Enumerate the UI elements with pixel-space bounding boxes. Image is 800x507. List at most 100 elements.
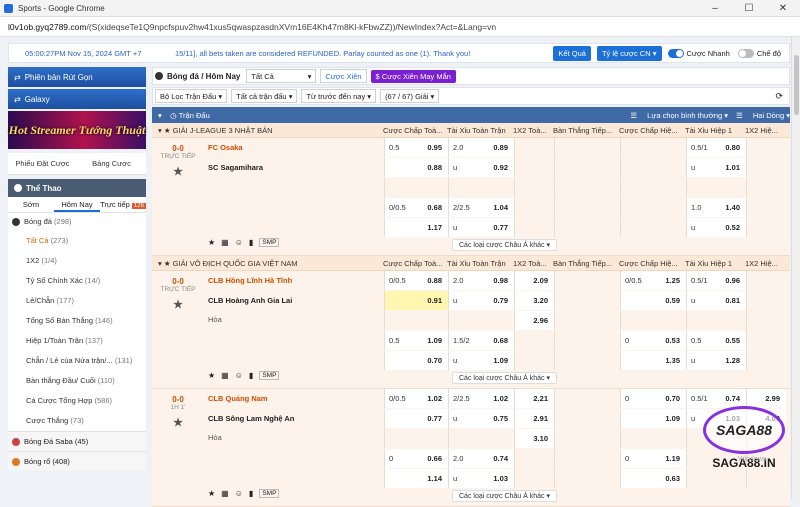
odds-cell[interactable]: u 0.79 <box>448 291 514 310</box>
odds-cell[interactable]: 2.09 <box>514 271 554 290</box>
page-scrollbar[interactable] <box>791 37 800 499</box>
star-icon[interactable]: ★ <box>208 371 215 380</box>
menu-item[interactable]: Tất Cả (273) <box>8 231 146 251</box>
odds-cell[interactable]: 1.09 <box>620 409 686 428</box>
tab-bet-slip[interactable]: Phiếu Đặt Cược <box>8 153 77 174</box>
smp-button[interactable]: SMP <box>259 238 280 247</box>
odds-cell[interactable]: 1.17 <box>384 218 448 237</box>
star-icon[interactable]: ★ <box>164 259 173 268</box>
menu-item[interactable]: Cược Thắng (73) <box>8 411 146 431</box>
odds-cell[interactable]: 0.70 <box>384 351 448 370</box>
odds-cell[interactable]: 3.10 <box>514 429 554 448</box>
smp-button[interactable]: SMP <box>259 489 280 498</box>
odds-cell[interactable]: 2/2.5 1.02 <box>448 389 514 408</box>
league-count-select[interactable]: (67 / 67) Giải ▾ <box>380 89 440 103</box>
odds-cell[interactable]: u 0.81 <box>686 291 746 310</box>
menu-item[interactable]: Bàn thắng Đầu/ Cuối (110) <box>8 371 146 391</box>
maximize-button[interactable]: ☐ <box>732 3 766 14</box>
odds-cell[interactable]: 0/0.5 0.68 <box>384 198 448 217</box>
smiley-icon[interactable]: ☺ <box>235 489 243 498</box>
odds-cell[interactable]: 0.59 <box>620 291 686 310</box>
odds-cell[interactable]: u 0.75 <box>448 409 514 428</box>
view-select[interactable]: ☰ Hai Dòng ▾ <box>736 111 790 120</box>
league-name[interactable]: ▾ ★ GIẢI VÔ ĐỊCH QUỐC GIA VIỆT NAM <box>152 259 380 268</box>
odds-cell[interactable]: 0/0.5 0.88 <box>384 271 448 290</box>
odds-cell[interactable]: 0/0.5 1.02 <box>384 389 448 408</box>
refresh-icon[interactable]: ⟳ <box>775 91 783 102</box>
odds-cell[interactable]: 0.5/1 0.96 <box>686 271 746 290</box>
odds-cell[interactable]: u 1.01 <box>686 158 746 177</box>
address-bar[interactable]: l0v1ob.gyq2789.com/(S(xideqseTe1Q9npcfsp… <box>0 17 800 37</box>
league-row[interactable]: ▾ ★ GIẢI VÔ ĐỊCH QUỐC GIA VIỆT NAM Cược C… <box>152 256 790 271</box>
odds-cell[interactable]: 0.91 <box>384 291 448 310</box>
menu-saba-football[interactable]: Bóng Đá Saba (45) <box>8 431 146 451</box>
odds-cell[interactable]: u 1.09 <box>448 351 514 370</box>
favorite-star-icon[interactable]: ★ <box>152 416 204 429</box>
results-button[interactable]: Kết Quả <box>553 45 591 61</box>
favorite-star-icon[interactable]: ★ <box>152 165 204 178</box>
odds-cell[interactable]: 1.35 <box>620 351 686 370</box>
mode-toggle[interactable]: Chế độ <box>737 48 781 58</box>
tab-live[interactable]: Trực tiếp 126 <box>100 197 146 212</box>
odds-cell[interactable]: 0.5 0.95 <box>384 138 448 157</box>
tab-bet-list[interactable]: Bảng Cược <box>77 153 146 174</box>
odds-cell[interactable]: 3.20 <box>514 291 554 310</box>
quick-bet-toggle[interactable]: Cược Nhanh <box>667 48 730 58</box>
more-asian-bets-button[interactable]: Các loại cược Châu Á khác ▾ <box>452 490 558 502</box>
league-name[interactable]: ▾ ★ GIẢI J-LEAGUE 3 NHẬT BẢN <box>152 126 380 135</box>
more-asian-bets-button[interactable]: Các loại cược Châu Á khác ▾ <box>452 372 558 384</box>
stats-icon[interactable]: ▮ <box>249 371 253 380</box>
menu-football[interactable]: Bóng đá (298) <box>8 213 146 231</box>
odds-cell[interactable]: 0.77 <box>384 409 448 428</box>
parlay-button[interactable]: Cược Xiên <box>320 69 367 83</box>
odds-cell[interactable]: 0.5 0.55 <box>686 331 746 350</box>
lucky-parlay-button[interactable]: $ Cược Xiên May Mắn <box>370 69 456 83</box>
close-button[interactable]: ✕ <box>766 3 800 14</box>
odds-cell[interactable]: 2.0 0.89 <box>448 138 514 157</box>
menu-item[interactable]: Cá Cược Tổng Hợp (586) <box>8 391 146 411</box>
odds-cell[interactable]: 0 0.70 <box>620 389 686 408</box>
odds-cell[interactable]: u 1.28 <box>686 351 746 370</box>
star-icon[interactable]: ★ <box>208 489 215 498</box>
odds-cell[interactable]: 1.14 <box>384 469 448 488</box>
smp-button[interactable]: SMP <box>259 371 280 380</box>
menu-item[interactable]: Lẻ/Chẵn (177) <box>8 291 146 311</box>
league-row[interactable]: ▾ ★ GIẢI J-LEAGUE 3 NHẬT BẢN Cược Chấp To… <box>152 123 790 138</box>
stats-icon[interactable]: ▮ <box>249 489 253 498</box>
menu-item[interactable]: Hiệp 1/Toàn Trận (137) <box>8 331 146 351</box>
star-icon[interactable]: ★ <box>208 238 215 247</box>
odds-cell[interactable]: 0 0.66 <box>384 449 448 468</box>
odds-cell[interactable]: 1.0 1.40 <box>686 198 746 217</box>
market-select[interactable]: Tất Cả ▾ <box>246 69 317 83</box>
odds-cell[interactable]: 2.0 0.74 <box>448 449 514 468</box>
smiley-icon[interactable]: ☺ <box>235 371 243 380</box>
calendar-icon[interactable]: ▦ <box>221 371 229 380</box>
odds-cell[interactable]: u 0.77 <box>448 218 514 237</box>
scrollbar-thumb[interactable] <box>794 55 799 115</box>
odds-cell[interactable]: u 0.92 <box>448 158 514 177</box>
odds-cell[interactable]: 0.88 <box>384 158 448 177</box>
tab-today[interactable]: Hôm Nay <box>54 197 100 212</box>
odds-cell[interactable]: 0 0.53 <box>620 331 686 350</box>
odds-cell[interactable]: 1.5/2 0.68 <box>448 331 514 350</box>
odds-cell[interactable]: 0.5 1.09 <box>384 331 448 350</box>
match-filter-select[interactable]: Bộ Lọc Trận Đấu ▾ <box>155 89 228 103</box>
odds-cell[interactable]: 0.63 <box>620 469 686 488</box>
odds-cell[interactable]: 2.21 <box>514 389 554 408</box>
compact-version-button[interactable]: ⇄ Phiên bản Rút Gọn <box>8 67 146 87</box>
calendar-icon[interactable]: ▦ <box>221 489 229 498</box>
odds-cell[interactable]: u 0.52 <box>686 218 746 237</box>
odds-cell[interactable]: 2.91 <box>514 409 554 428</box>
menu-item[interactable]: Tổng Số Bàn Thắng (146) <box>8 311 146 331</box>
odds-cell[interactable]: 0/0.5 1.25 <box>620 271 686 290</box>
galaxy-button[interactable]: ⇄ Galaxy <box>8 89 146 109</box>
stats-icon[interactable]: ▮ <box>249 238 253 247</box>
calendar-icon[interactable]: ▦ <box>221 238 229 247</box>
tab-early[interactable]: Sớm <box>8 197 54 212</box>
odds-cell[interactable]: 2.0 0.98 <box>448 271 514 290</box>
odds-cell[interactable]: 0 1.19 <box>620 449 686 468</box>
time-range-select[interactable]: Từ trước đến nay ▾ <box>301 89 377 103</box>
collapse-all-icon[interactable]: ▾ <box>158 111 162 120</box>
menu-item[interactable]: Chẵn / Lẻ của Nửa trận/... (131) <box>8 351 146 371</box>
streamer-banner[interactable]: Hot Streamer Tướng Thuật <box>8 111 146 149</box>
